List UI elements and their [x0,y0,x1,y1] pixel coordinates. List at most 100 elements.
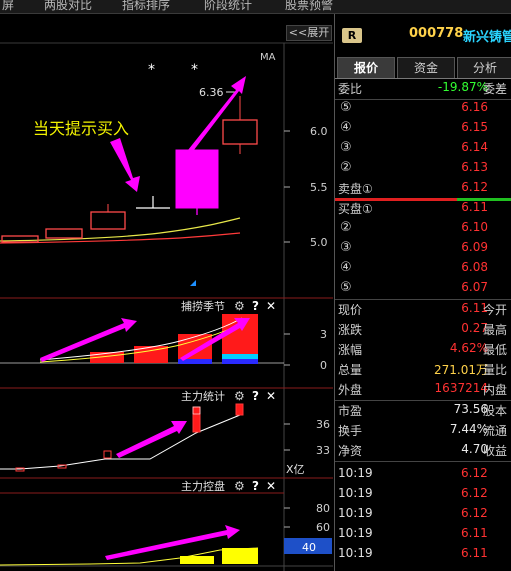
tab-analysis[interactable]: 分析 [457,57,511,78]
stat-row: 外盘 1637214 内盘 [335,381,511,401]
control-bar [222,548,258,564]
ask-level-label: ② [340,160,352,175]
stat-label-2: 流通 [483,424,508,438]
marker-triangle [190,280,196,286]
tick-price: 6.12 [461,466,488,480]
stat-row: 市盈 73.56 股本 [335,402,511,422]
bid-row: ④ 6.08 [335,260,511,280]
candle [45,228,83,239]
tab-quote[interactable]: 报价 [337,57,395,78]
control-line [0,547,259,566]
panel-title-main-force-stats: 主力统计 [181,390,225,403]
stat-label: 涨幅 [338,343,363,357]
tab-period-statistics[interactable]: 阶段统计 [204,0,252,13]
y-tick-label: 5.0 [310,236,328,249]
high-price-label: 6.36 [199,86,224,99]
ask-level-label: ⑤ [340,100,352,115]
help-icon[interactable]: ? [252,389,259,403]
annotation-arrow [116,421,187,458]
tick-row: 10:19 6.12 [335,486,511,506]
bid-row: 买盘① 6.11 [335,200,511,220]
stat-label-2: 今开 [483,303,508,317]
stat-row: 涨跌 0.27 最高 [335,321,511,341]
gear-icon[interactable]: ⚙ [234,299,245,313]
ask-row: ③ 6.14 [335,140,511,160]
bid-price: 6.09 [461,240,488,254]
annotation-arrow [110,138,140,192]
close-icon[interactable]: ✕ [266,299,276,313]
stock-code: 000778 [409,26,464,41]
stat-value: 1637214 [434,381,488,395]
bid-level-label: 买盘① [338,202,373,216]
tab-funds[interactable]: 资金 [397,57,455,78]
tab-screen[interactable]: 屏 [2,0,14,13]
stat-row: 净资 4.70 收益 [335,442,511,462]
stat-row: 换手 7.44% 流通 [335,422,511,442]
bid-price: 6.11 [461,200,488,214]
stock-name: 新兴铸管 [463,30,511,45]
ask-price: 6.14 [461,140,488,154]
stat-value: 271.01万 [434,363,488,377]
tick-time: 10:19 [338,546,373,560]
bid-level-label: ④ [340,260,352,275]
gear-icon[interactable]: ⚙ [234,389,245,403]
tick-price: 6.11 [461,546,488,560]
bid-level-label: ③ [340,240,352,255]
gear-icon[interactable]: ⚙ [234,479,245,493]
stat-label: 外盘 [338,383,363,397]
main-force-line [0,414,241,470]
ask-price: 6.15 [461,120,488,134]
tick-time: 10:19 [338,486,373,500]
tab-indicator-ranking[interactable]: 指标排序 [122,0,170,13]
bid-level-label: ⑤ [340,280,352,295]
y-tick-label: 0 [320,359,327,372]
r-badge: R [342,28,362,43]
buy-hint-annotation: 当天提示买入 [33,119,129,138]
tick-price: 6.11 [461,526,488,540]
tab-compare-two-stocks[interactable]: 两股对比 [44,0,92,13]
help-icon[interactable]: ? [252,479,259,493]
y-tick-label: 36 [316,418,330,431]
tick-time: 10:19 [338,526,373,540]
bar-base [222,359,258,364]
help-icon[interactable]: ? [252,299,259,313]
ask-price: 6.16 [461,100,488,114]
y-tick-label: 6.0 [310,125,328,138]
star-marker: * [148,62,155,78]
tick-row: 10:19 6.11 [335,546,511,566]
tick-row: 10:19 6.11 [335,526,511,546]
stat-label: 总量 [338,363,363,377]
candle [90,211,126,230]
bid-price: 6.10 [461,220,488,234]
stat-row: 涨幅 4.62% 最低 [335,341,511,361]
weibi-row: 委比 -19.87% 委差 [335,80,511,100]
stat-label: 净资 [338,444,363,458]
signal-box [103,450,112,459]
tab-stock-alert[interactable]: 股票预警 [285,0,333,13]
weibi-value: -19.87% [437,80,488,94]
ask-level-label: 卖盘① [338,182,373,196]
stat-row: 总量 271.01万 量比 [335,361,511,381]
y-tick-label: 33 [316,444,330,457]
tick-row: 10:19 6.12 [335,466,511,486]
bid-row: ③ 6.09 [335,240,511,260]
bar-base [222,354,258,359]
ask-row: ⑤ 6.16 [335,100,511,120]
tick-time: 10:19 [338,506,373,520]
kline-chart[interactable]: 6.0 5.5 5.0 MA * * 6.36 当天提示买入 捕捞季节 ⚙ ? … [0,14,333,571]
quote-panel: R 000778 新兴铸管 报价 资金 分析 委比 -19.87% 委差 ⑤ 6… [334,14,511,571]
weicha-label: 委差 [483,82,508,96]
annotation-arrow [105,525,240,560]
y-tick-label: 3 [320,328,327,341]
star-marker: * [191,62,198,78]
ask-row: 卖盘① 6.12 [335,180,511,200]
control-bar [180,556,214,564]
stat-label: 涨跌 [338,323,363,337]
stat-label-2: 最高 [483,323,508,337]
bid-price: 6.08 [461,260,488,274]
close-icon[interactable]: ✕ [266,479,276,493]
y-tick-label: 60 [316,521,330,534]
ma-label: MA [260,52,276,63]
close-icon[interactable]: ✕ [266,389,276,403]
stat-label-2: 股本 [483,404,508,418]
